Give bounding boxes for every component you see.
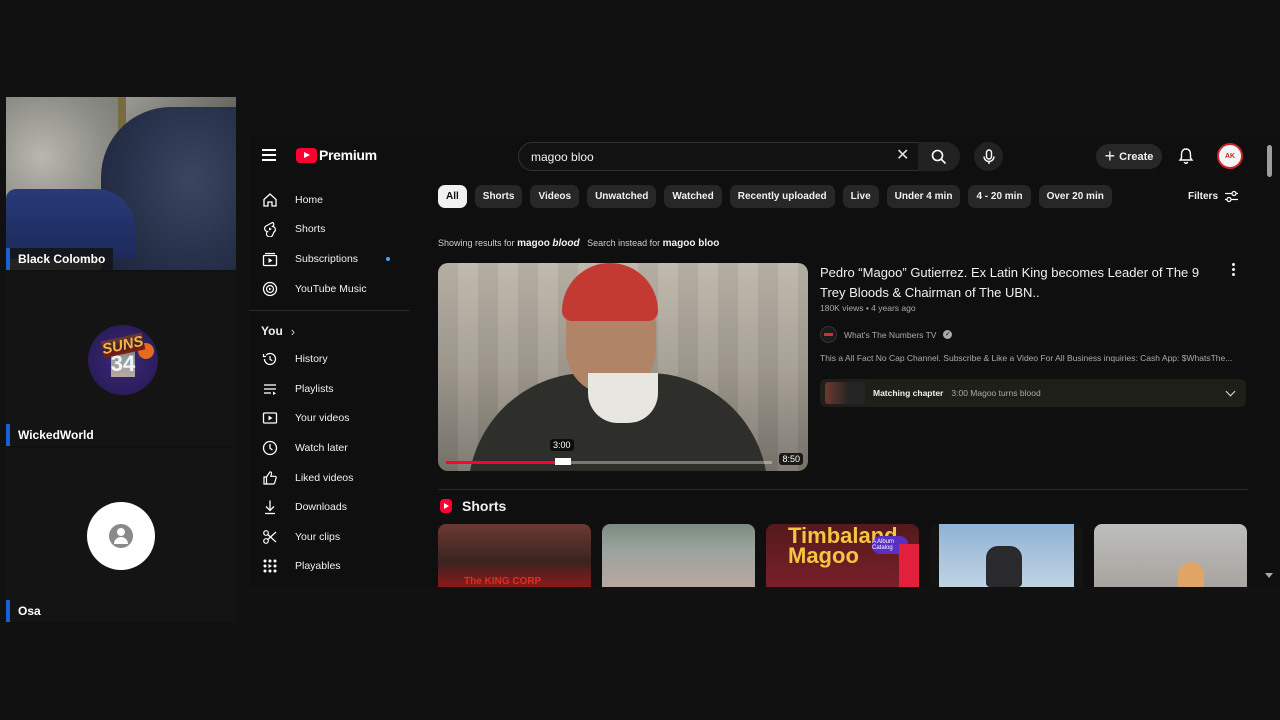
corrected-query-link[interactable]: magoo (517, 238, 550, 249)
sidebar-item-shorts[interactable]: Shorts (250, 215, 410, 245)
playables-icon (261, 557, 279, 575)
chip-shorts[interactable]: Shorts (474, 185, 523, 208)
participant-name: Osa (6, 600, 49, 622)
chapter-thumbnail (825, 382, 865, 404)
chip-under-4-min[interactable]: Under 4 min (886, 185, 961, 208)
section-divider (438, 489, 1248, 490)
playlists-icon (261, 380, 279, 398)
participant-name: WickedWorld (6, 424, 102, 446)
video-title[interactable]: Pedro “Magoo” Gutierrez. Ex Latin King b… (820, 263, 1220, 302)
youtube-play-icon (296, 147, 317, 163)
microphone-icon (982, 148, 995, 164)
search-icon (931, 149, 947, 164)
default-avatar-icon (87, 502, 155, 570)
search-input[interactable]: magoo bloo (518, 142, 948, 171)
preview-progress (446, 461, 563, 464)
filter-chips-bar: All Shorts Videos Unwatched Watched Rece… (438, 185, 1112, 208)
shorts-icon (261, 220, 279, 238)
menu-icon[interactable] (262, 149, 276, 161)
filters-button[interactable]: Filters (1188, 190, 1239, 203)
clear-search-icon[interactable]: ✕ (896, 148, 909, 164)
sidebar-item-subscriptions[interactable]: Subscriptions (250, 244, 410, 274)
thumbs-up-icon (261, 469, 279, 487)
sidebar-item-liked-videos[interactable]: Liked videos (250, 463, 410, 493)
plus-icon: + (1104, 145, 1116, 166)
scissors-icon (261, 528, 279, 546)
chip-4-20-min[interactable]: 4 - 20 min (968, 185, 1031, 208)
sidebar-item-home[interactable]: Home (250, 185, 410, 215)
short-thumbnail[interactable]: Timbaland Magoo A Album Catalog (766, 524, 919, 587)
corrected-query-emphasis[interactable]: blood (552, 238, 579, 249)
chip-recently-uploaded[interactable]: Recently uploaded (729, 185, 835, 208)
sidebar-item-history[interactable]: History (250, 344, 410, 374)
sidebar-divider (250, 310, 410, 312)
video-description: This a All Fact No Cap Channel. Subscrib… (820, 353, 1233, 363)
matching-chapter[interactable]: Matching chapter 3:00 Magoo turns blood (820, 379, 1246, 407)
spelling-correction: Showing results for magoo blood Search i… (438, 238, 720, 249)
sidebar-item-playlists[interactable]: Playlists (250, 374, 410, 404)
masthead: Premium magoo bloo ✕ + Create AK (250, 135, 1280, 179)
chip-unwatched[interactable]: Unwatched (587, 185, 657, 208)
preview-time: 3:00 (550, 439, 574, 451)
sidebar-item-playables[interactable]: Playables (250, 552, 410, 582)
video-duration: 8:50 (779, 453, 803, 465)
search-query[interactable]: magoo bloo (531, 150, 594, 164)
video-meta: 180K views • 4 years ago (820, 303, 916, 313)
sidebar-item-your-clips[interactable]: Your clips (250, 522, 410, 552)
participant-tile-black-colombo[interactable]: Black Colombo (6, 97, 236, 270)
channel-link[interactable]: What's The Numbers TV ✓ (820, 326, 953, 343)
participant-tile-wickedworld[interactable]: SUNS 34 WickedWorld (6, 273, 236, 446)
short-thumbnail[interactable] (602, 524, 755, 587)
music-icon (261, 280, 279, 298)
voice-search-button[interactable] (974, 142, 1003, 171)
watch-later-icon (261, 439, 279, 457)
sidebar-item-watch-later[interactable]: Watch later (250, 433, 410, 463)
participant-name: Black Colombo (6, 248, 114, 270)
short-thumbnail[interactable] (930, 524, 1083, 587)
sidebar-you-header[interactable]: You › (250, 318, 410, 344)
notifications-bell-icon[interactable] (1178, 147, 1194, 165)
channel-avatar[interactable] (820, 326, 837, 343)
shorts-logo-icon (440, 499, 452, 513)
new-content-dot (386, 257, 390, 262)
history-icon (261, 350, 279, 368)
video-thumbnail[interactable]: 3:00 8:50 (438, 263, 808, 471)
search-button[interactable] (918, 142, 960, 171)
channel-name[interactable]: What's The Numbers TV (844, 330, 936, 340)
subscriptions-icon (261, 250, 279, 268)
scroll-down-arrow-icon[interactable] (1265, 573, 1273, 578)
original-query-link[interactable]: magoo bloo (663, 238, 720, 249)
youtube-premium-logo[interactable]: Premium (296, 147, 377, 163)
preview-scrubber[interactable] (555, 458, 571, 465)
create-button[interactable]: + Create (1096, 144, 1162, 169)
sliders-icon (1225, 190, 1239, 203)
more-actions-icon[interactable] (1230, 263, 1236, 276)
chip-live[interactable]: Live (842, 185, 879, 208)
chevron-right-icon: › (290, 323, 296, 339)
sidebar-item-downloads[interactable]: Downloads (250, 492, 410, 522)
sidebar-item-youtube-music[interactable]: YouTube Music (250, 274, 410, 304)
short-thumbnail[interactable] (1094, 524, 1247, 587)
short-thumbnail[interactable]: The KING CORP (438, 524, 591, 587)
home-icon (261, 191, 279, 209)
chip-videos[interactable]: Videos (530, 185, 580, 208)
chip-all[interactable]: All (438, 185, 467, 208)
suns-avatar: SUNS 34 (88, 325, 158, 395)
your-videos-icon (261, 409, 279, 427)
download-icon (261, 498, 279, 516)
guide-sidebar: Home Shorts Subscriptions YouTube Music … (250, 185, 410, 581)
youtube-window: Premium magoo bloo ✕ + Create AK Home Sh… (250, 135, 1280, 587)
webcam-video (6, 97, 236, 270)
sidebar-item-your-videos[interactable]: Your videos (250, 404, 410, 434)
verified-check-icon: ✓ (943, 330, 953, 339)
account-avatar[interactable]: AK (1217, 143, 1243, 169)
chip-over-20-min[interactable]: Over 20 min (1038, 185, 1112, 208)
chevron-down-icon[interactable] (1225, 386, 1236, 397)
scrollbar-thumb[interactable] (1267, 145, 1272, 177)
chip-watched[interactable]: Watched (664, 185, 722, 208)
shorts-shelf-header: Shorts (440, 498, 506, 514)
participant-tile-osa[interactable]: Osa (6, 449, 236, 622)
